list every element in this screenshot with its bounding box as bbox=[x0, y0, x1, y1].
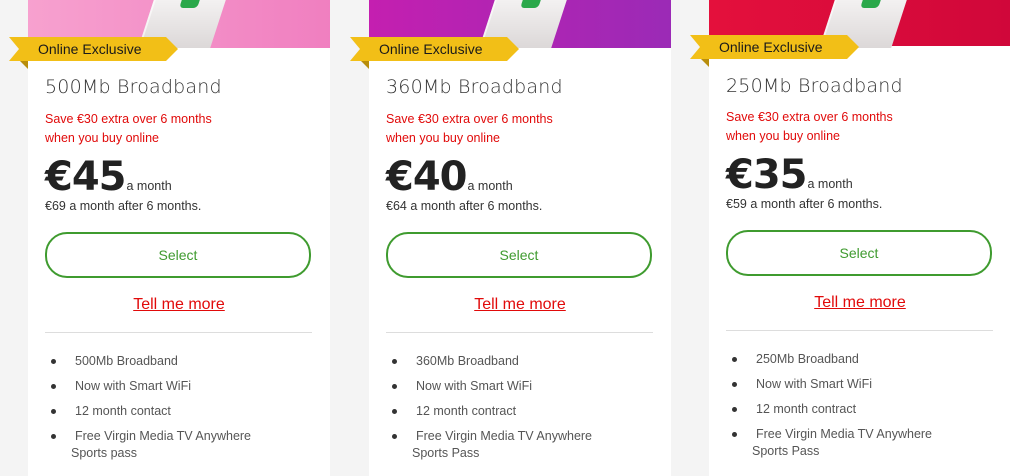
feature-item: Now with Smart WiFi bbox=[726, 376, 996, 393]
plan-title: 250Mb Broadband bbox=[726, 75, 903, 97]
tell-me-more-link[interactable]: Tell me more bbox=[369, 296, 671, 314]
feature-item: Free Virgin Media TV Anywhere Sports pass bbox=[45, 428, 315, 462]
bullet-icon bbox=[732, 407, 737, 412]
promo-line: Save €30 extra over 6 months bbox=[45, 112, 212, 126]
promo-line: Save €30 extra over 6 months bbox=[386, 112, 553, 126]
bullet-icon bbox=[392, 359, 397, 364]
price-amount: €40 bbox=[386, 154, 467, 200]
select-button[interactable]: Select bbox=[45, 232, 311, 278]
feature-item: 250Mb Broadband bbox=[726, 351, 996, 368]
price: €35a month bbox=[726, 152, 853, 198]
after-price-text: €59 a month after 6 months. bbox=[726, 197, 883, 211]
promo-line: when you buy online bbox=[386, 131, 500, 145]
plan-title: 360Mb Broadband bbox=[386, 76, 563, 98]
promo-text: Save €30 extra over 6 months when you bu… bbox=[386, 110, 553, 148]
feature-item: Free Virgin Media TV Anywhere Sports Pass bbox=[386, 428, 656, 462]
bullet-icon bbox=[51, 384, 56, 389]
badge-fold bbox=[361, 61, 369, 69]
bullet-icon bbox=[51, 434, 56, 439]
tell-me-more-link[interactable]: Tell me more bbox=[28, 296, 330, 314]
feature-list: 360Mb Broadband Now with Smart WiFi 12 m… bbox=[386, 353, 656, 470]
price-unit: a month bbox=[126, 179, 172, 193]
promo-text: Save €30 extra over 6 months when you bu… bbox=[726, 108, 893, 146]
feature-item: 360Mb Broadband bbox=[386, 353, 656, 370]
plan-card-250mb: 250Mb Broadband Save €30 extra over 6 mo… bbox=[709, 0, 1010, 476]
feature-item: 12 month contact bbox=[45, 403, 315, 420]
feature-item: 12 month contract bbox=[386, 403, 656, 420]
feature-item: 500Mb Broadband bbox=[45, 353, 315, 370]
bullet-icon bbox=[51, 359, 56, 364]
bullet-icon bbox=[392, 434, 397, 439]
select-button[interactable]: Select bbox=[726, 230, 992, 276]
after-price-text: €69 a month after 6 months. bbox=[45, 199, 202, 213]
online-exclusive-badge: Online Exclusive bbox=[9, 37, 177, 61]
price-unit: a month bbox=[467, 179, 513, 193]
after-price-text: €64 a month after 6 months. bbox=[386, 199, 543, 213]
price-amount: €35 bbox=[726, 152, 807, 198]
price-amount: €45 bbox=[45, 154, 126, 200]
tell-me-more-link[interactable]: Tell me more bbox=[709, 294, 1010, 312]
badge-fold bbox=[20, 61, 28, 69]
promo-line: when you buy online bbox=[45, 131, 159, 145]
plan-card-500mb: 500Mb Broadband Save €30 extra over 6 mo… bbox=[28, 0, 330, 476]
price: €40a month bbox=[386, 154, 513, 200]
promo-text: Save €30 extra over 6 months when you bu… bbox=[45, 110, 212, 148]
plan-title: 500Mb Broadband bbox=[45, 76, 222, 98]
feature-item: 12 month contract bbox=[726, 401, 996, 418]
feature-item: Now with Smart WiFi bbox=[386, 378, 656, 395]
feature-list: 250Mb Broadband Now with Smart WiFi 12 m… bbox=[726, 351, 996, 468]
divider bbox=[726, 330, 993, 331]
feature-item: Free Virgin Media TV Anywhere Sports Pass bbox=[726, 426, 996, 460]
online-exclusive-badge: Online Exclusive bbox=[350, 37, 518, 61]
feature-list: 500Mb Broadband Now with Smart WiFi 12 m… bbox=[45, 353, 315, 470]
bullet-icon bbox=[732, 432, 737, 437]
bullet-icon bbox=[392, 409, 397, 414]
plan-card-360mb: 360Mb Broadband Save €30 extra over 6 mo… bbox=[369, 0, 671, 476]
promo-line: when you buy online bbox=[726, 129, 840, 143]
price-unit: a month bbox=[807, 177, 853, 191]
online-exclusive-badge: Online Exclusive bbox=[690, 35, 858, 59]
bullet-icon bbox=[732, 382, 737, 387]
promo-line: Save €30 extra over 6 months bbox=[726, 110, 893, 124]
select-button[interactable]: Select bbox=[386, 232, 652, 278]
bullet-icon bbox=[392, 384, 397, 389]
bullet-icon bbox=[51, 409, 56, 414]
divider bbox=[45, 332, 312, 333]
feature-item: Now with Smart WiFi bbox=[45, 378, 315, 395]
divider bbox=[386, 332, 653, 333]
price: €45a month bbox=[45, 154, 172, 200]
badge-fold bbox=[701, 59, 709, 67]
bullet-icon bbox=[732, 357, 737, 362]
